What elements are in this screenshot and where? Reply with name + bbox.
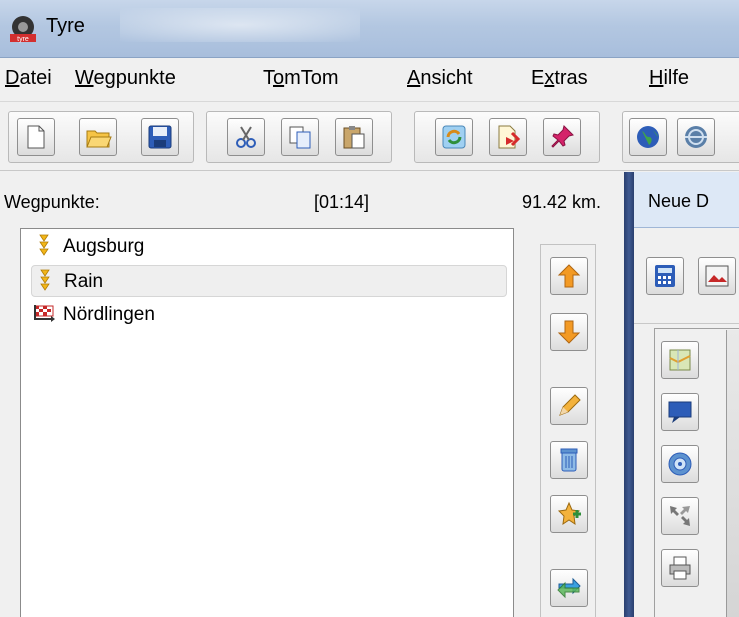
window-title: Tyre [46,15,85,37]
toolbar-group-file [8,111,194,163]
map-preview-edge [726,330,739,617]
cut-button[interactable] [227,118,265,156]
toolbar-group-tools [414,111,600,163]
waypoints-panel: Wegpunkte: [01:14] 91.42 km. Augsburg Ra… [0,172,624,617]
list-item[interactable]: Rain [31,265,507,297]
delete-icon [560,448,578,472]
cut-icon [236,126,256,148]
waypoint-label: Nördlingen [63,304,155,325]
waypoint-actions [540,244,596,617]
waypoint-list[interactable]: Augsburg Rain Nördlingen [20,228,514,617]
menu-bar: Datei Wegpunkte TomTom Ansicht Extras Hi… [0,58,739,102]
globe-button[interactable] [629,118,667,156]
waypoint-arrow-icon [39,234,49,256]
right-panel: Neue D [634,172,739,617]
zoom-button[interactable] [661,497,699,535]
waypoint-label: Rain [64,271,104,292]
calculator-button[interactable] [646,257,684,295]
paste-icon [343,126,365,149]
target-icon [668,452,692,476]
import-icon [498,125,521,149]
toolbar-group-web [622,111,739,163]
paste-button[interactable] [335,118,373,156]
move-up-button[interactable] [550,257,588,295]
add-star-icon [557,501,581,526]
finish-flag-icon [34,305,55,322]
refresh-icon [442,125,466,149]
toolbar [0,103,739,171]
open-folder-icon [86,130,112,148]
copy-button[interactable] [281,118,319,156]
waypoint-arrow-icon [40,269,50,291]
printer-icon [669,556,691,580]
move-down-button[interactable] [550,313,588,351]
tyre-app-icon: tyre [10,16,36,43]
print-button[interactable] [661,549,699,587]
toolbar-group-edit [206,111,392,163]
image-button[interactable] [698,257,736,295]
save-icon [148,125,172,149]
refresh-button[interactable] [435,118,473,156]
pin-button[interactable] [543,118,581,156]
menu-datei[interactable]: Datei [5,67,52,90]
new-document-icon [27,125,45,149]
tab-neue[interactable]: Neue D [634,172,739,228]
move-up-icon [557,264,581,288]
menu-ansicht[interactable]: Ansicht [407,67,473,90]
speech-bubble-icon [668,401,692,423]
pin-icon [551,125,574,148]
title-bar: tyre Tyre [0,0,739,58]
open-button[interactable] [79,118,117,156]
globe-icon [637,126,659,148]
reverse-icon [557,577,581,599]
image-icon [705,265,729,287]
new-button[interactable] [17,118,55,156]
menu-hilfe[interactable]: Hilfe [649,67,689,90]
zoom-icon [670,506,690,526]
list-item[interactable]: Augsburg [31,231,507,263]
waypoint-label: Augsburg [63,236,145,257]
route-duration: [01:14] [314,192,370,212]
title-glow [120,8,360,42]
reverse-route-button[interactable] [550,569,588,607]
waypoints-label: Wegpunkte: [4,192,100,212]
save-button[interactable] [141,118,179,156]
right-toolbar [634,228,739,324]
earth-icon [685,126,707,148]
menu-wegpunkte[interactable]: Wegpunkte [75,67,176,90]
copy-icon [289,126,311,149]
menu-extras[interactable]: Extras [531,67,588,90]
menu-tomtom[interactable]: TomTom [263,67,339,90]
move-down-icon [557,320,581,344]
map-button[interactable] [661,341,699,379]
svg-text:tyre: tyre [17,36,29,43]
panel-splitter[interactable] [624,172,634,617]
map-icon [669,349,691,371]
import-button[interactable] [489,118,527,156]
tab-label: Neue D [648,191,710,211]
route-distance: 91.42 km. [522,192,602,212]
edit-icon [559,394,581,416]
earth-button[interactable] [677,118,715,156]
comment-button[interactable] [661,393,699,431]
edit-button[interactable] [550,387,588,425]
target-button[interactable] [661,445,699,483]
add-favorite-button[interactable] [550,495,588,533]
list-item[interactable]: Nördlingen [31,299,507,331]
delete-button[interactable] [550,441,588,479]
calculator-icon [655,265,675,287]
